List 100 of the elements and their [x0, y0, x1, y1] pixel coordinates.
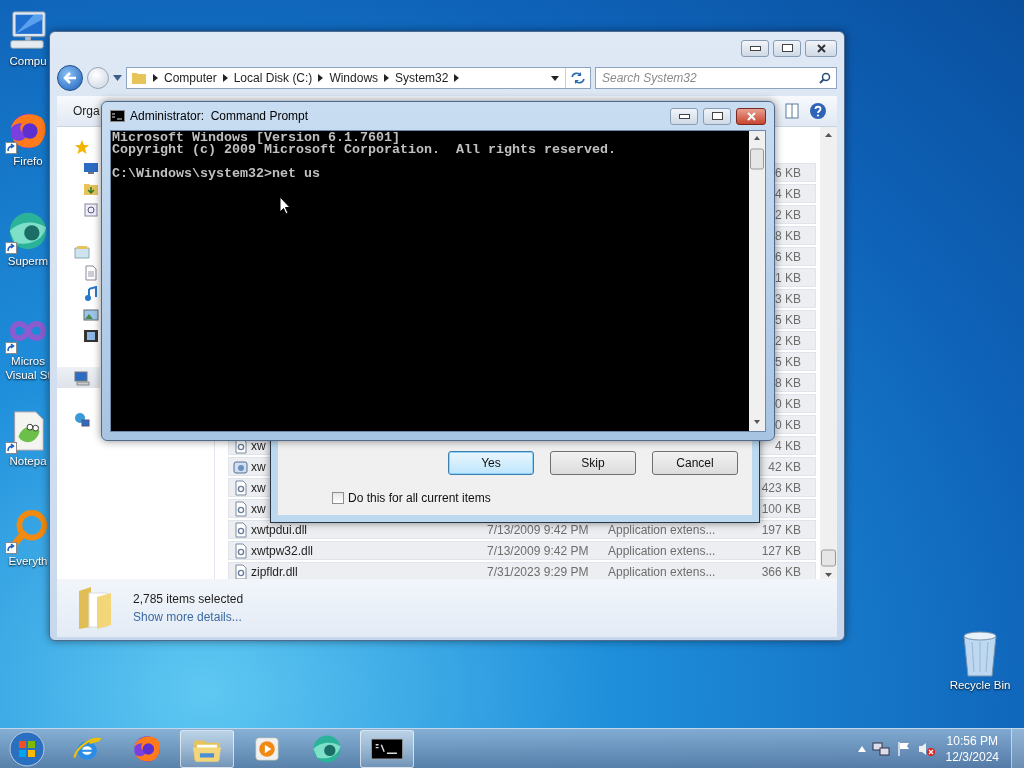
star-icon[interactable] [74, 138, 90, 155]
file-name: xw [251, 459, 266, 474]
file-row[interactable]: 3 KB [773, 289, 816, 308]
file-size: 42 KB [768, 459, 801, 474]
close-icon [746, 111, 756, 121]
file-name: xw [251, 438, 266, 453]
file-type: Application extens... [608, 522, 716, 537]
file-size: 423 KB [761, 480, 801, 495]
file-row[interactable]: 4 KB [773, 184, 816, 203]
clock-time[interactable]: 10:56 PM [946, 732, 998, 749]
flag-icon[interactable] [895, 740, 912, 757]
minimize-button[interactable] [670, 107, 698, 125]
desktop-icon-label[interactable]: Micros [11, 354, 45, 368]
breadcrumb-arrow-icon[interactable] [454, 74, 460, 82]
address-bar[interactable]: Computer Local Disk (C:) Windows System32 [126, 67, 591, 89]
file-size: 127 KB [761, 543, 801, 558]
gear-page-icon [233, 542, 249, 559]
file-type: Application extens... [608, 564, 716, 579]
file-date: 7/13/2009 9:42 PM [487, 543, 589, 558]
desktop-icon-label[interactable]: Recycle Bin [949, 678, 1011, 692]
file-name: xw [251, 480, 266, 495]
vertical-scrollbar[interactable] [749, 131, 765, 431]
desktop-icon-label[interactable]: Everyth [8, 554, 48, 568]
search-field[interactable]: Search System32 [595, 67, 837, 89]
desktop-icon-label[interactable]: Firefo [13, 154, 43, 168]
breadcrumb-arrow-icon[interactable] [318, 74, 324, 82]
breadcrumb-item[interactable]: Computer [164, 71, 217, 85]
dialog-button[interactable]: Skip [550, 451, 636, 475]
network-icon[interactable] [871, 740, 890, 757]
film-icon[interactable] [83, 327, 99, 344]
file-row[interactable]: 0 KB [773, 394, 816, 413]
console-area[interactable]: Microsoft Windows [Version 6.1.7601] Copyright (c) 2009 Microsoft Corporation. All rights reserved. C:\Windows\system32>net us [111, 131, 749, 431]
dropdown-caret-icon[interactable] [551, 75, 559, 81]
file-row[interactable]: 1 KB [773, 268, 816, 287]
preview-pane-icon[interactable] [785, 103, 799, 119]
file-row[interactable]: 6 KB [773, 163, 816, 182]
gear-page-icon [233, 500, 249, 517]
close-button[interactable] [736, 107, 766, 125]
file-size: 1 KB [775, 270, 801, 285]
trash-can-icon[interactable] [960, 630, 1000, 678]
console-line: C:\Windows\system32>net us [112, 168, 321, 180]
checkbox[interactable] [332, 492, 344, 504]
file-size: 5 KB [775, 354, 801, 369]
clock-date[interactable]: 12/3/2024 [945, 748, 999, 765]
folder-icon [77, 585, 113, 631]
file-size: 2 KB [775, 207, 801, 222]
file-row[interactable]: 2 KB [773, 331, 816, 350]
dialog-button[interactable]: Yes [448, 451, 534, 475]
desktop-icon-label[interactable]: Compu [9, 54, 47, 68]
breadcrumb-arrow-icon[interactable] [222, 74, 228, 82]
music-note-icon[interactable] [83, 285, 99, 302]
file-row[interactable]: 6 KB [773, 247, 816, 266]
file-row[interactable]: 2 KB [773, 205, 816, 224]
clock-page-icon[interactable] [83, 201, 99, 218]
file-size: 197 KB [761, 522, 801, 537]
back-button[interactable] [57, 65, 83, 91]
breadcrumb-arrow-icon[interactable] [153, 74, 158, 82]
file-name: zipfldr.dll [251, 564, 298, 579]
left-arrow-icon [63, 72, 77, 84]
gear-page-icon [233, 479, 249, 496]
mouse-pointer-icon [279, 196, 291, 215]
terminal-icon [110, 110, 125, 122]
help-icon[interactable] [809, 102, 827, 120]
desktop-icon-label[interactable]: Superm [7, 254, 49, 268]
show-details-link[interactable]: Show more details... [133, 610, 244, 624]
maximize-button[interactable] [703, 107, 731, 125]
network-icon[interactable] [74, 411, 90, 428]
file-row[interactable]: xwtpw32.dll 7/13/2009 9:42 PM Application extens... 127 KB [228, 541, 816, 560]
show-hidden-icons-button[interactable] [857, 745, 866, 752]
file-size: 0 KB [775, 417, 801, 432]
speaker-muted-icon[interactable] [917, 740, 936, 757]
file-size: 2 KB [775, 333, 801, 348]
folder-icon [131, 70, 147, 86]
refresh-icon [570, 71, 586, 85]
breadcrumb-item[interactable]: Windows [329, 71, 379, 85]
dialog-button[interactable]: Cancel [652, 451, 738, 475]
file-size: 0 KB [775, 396, 801, 411]
file-row[interactable]: 8 KB [773, 226, 816, 245]
search-icon[interactable] [819, 72, 831, 84]
taskbar-button[interactable] [360, 729, 414, 768]
file-date: 7/13/2009 9:42 PM [487, 522, 589, 537]
maximize-button[interactable] [773, 39, 801, 57]
picture-icon[interactable] [83, 306, 99, 323]
close-button[interactable] [805, 39, 837, 57]
organize-menu[interactable]: Orga [73, 104, 100, 118]
console-line: Copyright (c) 2009 Microsoft Corporation. All rights reserved. [112, 144, 617, 156]
file-row[interactable]: 8 KB [773, 373, 816, 392]
desktop-icon-label[interactable]: Notepa [9, 454, 47, 468]
console-line: Microsoft Windows [Version 6.1.7601] [112, 132, 400, 144]
breadcrumb-item[interactable]: Local Disk (C:) [233, 71, 313, 85]
breadcrumb-arrow-icon[interactable] [384, 74, 390, 82]
file-row[interactable]: 5 KB [773, 352, 816, 371]
breadcrumb-item[interactable]: System32 [395, 71, 449, 85]
checkbox-label[interactable]: Do this for all current items [348, 491, 491, 505]
gear-page-icon [233, 521, 249, 538]
file-size: 5 KB [775, 312, 801, 327]
file-row[interactable]: 0 KB [773, 415, 816, 434]
minimize-button[interactable] [741, 39, 769, 57]
file-row[interactable]: 5 KB [773, 310, 816, 329]
computer-icon[interactable] [74, 369, 90, 386]
